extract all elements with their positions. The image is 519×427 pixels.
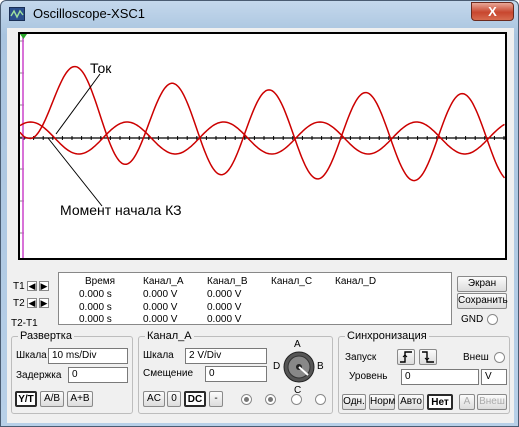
save-button[interactable]: Сохранить xyxy=(457,293,508,309)
trigger-source-external-button[interactable]: Внеш xyxy=(477,394,507,410)
mode-ab-button[interactable]: A/B xyxy=(40,391,64,407)
channel-a-offset-field[interactable]: 0 xyxy=(205,366,267,382)
channel-a-ac-button[interactable]: AC xyxy=(143,391,165,407)
title-bar[interactable]: Oscilloscope-XSC1 X xyxy=(1,1,518,27)
annotation-current-leader xyxy=(55,73,101,135)
cursor-t2-t1-label: T2-T1 xyxy=(11,318,38,329)
window-title: Oscilloscope-XSC1 xyxy=(33,6,145,21)
cursor-t2-right-button[interactable]: ▶ xyxy=(39,298,49,308)
timebase-group: Развертка Шкала 10 ms/Div Задержка 0 Y/T… xyxy=(11,330,133,414)
timebase-scale-label: Шкала xyxy=(16,350,47,361)
annotation-current: Ток xyxy=(90,60,112,76)
trigger-external-label: Внеш xyxy=(463,352,489,363)
client-area: Ток Момент начала КЗ T1 ◀ ▶ T2 ◀ ▶ T2-T1… xyxy=(7,28,514,423)
trigger-rising-edge-button[interactable] xyxy=(397,349,415,365)
trigger-level-label: Уровень xyxy=(349,371,388,382)
measurement-readout: Время Канал_A Канал_B Канал_C Канал_D 0.… xyxy=(58,272,452,325)
trigger-none-button[interactable]: Нет xyxy=(427,394,453,410)
annotation-fault-leader xyxy=(47,137,103,207)
t2-t1-time: 0.000 s xyxy=(79,314,112,325)
knob-label-c: C xyxy=(294,385,302,396)
trigger-falling-edge-button[interactable] xyxy=(419,349,437,365)
channel-a-scale-field[interactable]: 2 V/Div xyxy=(185,348,267,364)
cursor-t2-label: T2 xyxy=(13,298,25,309)
timebase-delay-label: Задержка xyxy=(16,370,62,381)
channel-selector-knob[interactable] xyxy=(282,350,316,384)
t1-channel-b: 0.000 V xyxy=(207,289,242,300)
cursor-t1-left-button[interactable]: ◀ xyxy=(27,281,37,291)
trigger-level-unit[interactable]: V xyxy=(481,369,507,385)
channel-a-zero-button[interactable]: 0 xyxy=(167,391,181,407)
trigger-title: Синхронизация xyxy=(345,330,429,342)
oscilloscope-screen[interactable]: Ток Момент начала КЗ xyxy=(18,32,507,260)
mode-yt-button[interactable]: Y/T xyxy=(15,391,37,407)
channel-b-radio[interactable] xyxy=(265,394,276,405)
trigger-auto-button[interactable]: Авто xyxy=(398,394,424,410)
header-channel-b: Канал_B xyxy=(207,276,248,287)
mode-a-plus-b-button[interactable]: A+B xyxy=(67,391,93,407)
trigger-source-a-button[interactable]: A xyxy=(459,394,475,410)
t2-t1-channel-b: 0.000 V xyxy=(207,314,242,325)
channel-a-scale-label: Шкала xyxy=(143,350,174,361)
knob-label-d: D xyxy=(273,361,281,372)
t2-channel-a: 0.000 V xyxy=(143,302,178,313)
timebase-title: Развертка xyxy=(18,330,74,342)
header-channel-a: Канал_A xyxy=(143,276,184,287)
trigger-level-field[interactable]: 0 xyxy=(401,369,479,385)
header-time: Время xyxy=(85,276,116,287)
oscilloscope-app-icon xyxy=(9,7,25,21)
close-button[interactable]: X xyxy=(471,2,514,21)
trigger-group: Синхронизация Запуск Внеш Уровень 0 V Од… xyxy=(338,330,510,414)
t2-t1-channel-a: 0.000 V xyxy=(143,314,178,325)
channel-a-radio-a[interactable] xyxy=(241,394,252,405)
knob-label-a: A xyxy=(294,339,301,350)
channel-d-radio[interactable] xyxy=(315,394,326,405)
t1-channel-a: 0.000 V xyxy=(143,289,178,300)
t1-time: 0.000 s xyxy=(79,289,112,300)
oscilloscope-window: Oscilloscope-XSC1 X Ток Момент начала КЗ… xyxy=(0,0,519,427)
reverse-button[interactable]: Экран xyxy=(457,276,507,292)
gnd-radio[interactable] xyxy=(487,314,498,325)
trigger-external-radio[interactable] xyxy=(494,352,505,363)
channel-a-offset-label: Смещение xyxy=(143,368,194,379)
timebase-scale-field[interactable]: 10 ms/Div xyxy=(48,348,128,364)
cursor-t1-marker xyxy=(20,34,27,39)
cursor-t1-right-button[interactable]: ▶ xyxy=(39,281,49,291)
channel-a-title: Канал_A xyxy=(145,330,194,342)
trigger-single-button[interactable]: Одн. xyxy=(342,394,366,410)
annotation-fault-start: Момент начала КЗ xyxy=(60,202,182,218)
falling-edge-icon xyxy=(422,351,434,363)
t2-channel-b: 0.000 V xyxy=(207,302,242,313)
t2-time: 0.000 s xyxy=(79,302,112,313)
trigger-normal-button[interactable]: Норм xyxy=(369,394,395,410)
rising-edge-icon xyxy=(400,351,412,363)
channel-a-dc-button[interactable]: DC xyxy=(184,391,206,407)
gnd-label: GND xyxy=(461,314,484,325)
timebase-delay-field[interactable]: 0 xyxy=(68,367,128,383)
header-channel-c: Канал_C xyxy=(271,276,313,287)
knob-label-b: B xyxy=(317,361,324,372)
cursor-t2-left-button[interactable]: ◀ xyxy=(27,298,37,308)
header-channel-d: Канал_D xyxy=(335,276,377,287)
trigger-edge-label: Запуск xyxy=(345,352,377,363)
channel-a-minus-button[interactable]: - xyxy=(209,391,223,407)
cursor-t1-label: T1 xyxy=(13,281,25,292)
